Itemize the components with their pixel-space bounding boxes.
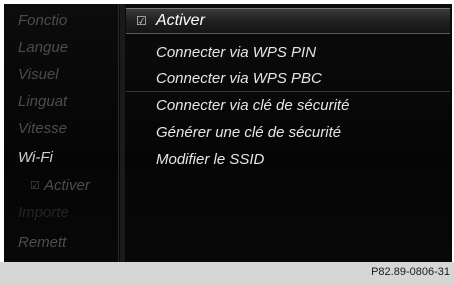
left-menu-item-vitesse[interactable]: Vitesse: [18, 116, 67, 142]
left-menu-item-visuel[interactable]: Visuel: [18, 62, 59, 88]
display-screen: Fonctio Langue Visuel Linguat Vitesse Wi…: [4, 4, 452, 262]
checkbox-checked-icon: ☑: [30, 180, 40, 192]
submenu-item-modify-ssid-label: Modifier le SSID: [156, 151, 265, 168]
wifi-submenu: ☑ Activer Connecter via WPS PIN Connecte…: [126, 4, 452, 262]
left-menu-item-remettre[interactable]: Remett: [18, 230, 66, 256]
submenu-item-generate-key[interactable]: Générer une clé de sécurité: [126, 120, 450, 146]
submenu-item-modify-ssid[interactable]: Modifier le SSID: [126, 147, 450, 173]
left-menu-item-activer-label: Activer: [44, 177, 90, 194]
submenu-item-activer[interactable]: ☑ Activer: [126, 8, 450, 34]
left-menu: Fonctio Langue Visuel Linguat Vitesse Wi…: [4, 4, 119, 262]
left-menu-item-wifi[interactable]: Wi-Fi: [18, 145, 53, 171]
divider: [126, 91, 450, 92]
submenu-item-security-key-label: Connecter via clé de sécurité: [156, 97, 350, 114]
figure-caption-bar: P82.89-0806-31: [0, 262, 454, 285]
left-menu-item-importer[interactable]: Importe: [18, 200, 69, 226]
figure-code: P82.89-0806-31: [371, 266, 450, 278]
submenu-item-wps-pbc[interactable]: Connecter via WPS PBC: [126, 66, 450, 92]
left-menu-item-activer[interactable]: ☑ Activer: [30, 173, 90, 199]
submenu-item-wps-pin[interactable]: Connecter via WPS PIN: [126, 40, 450, 66]
submenu-item-activer-label: Activer: [156, 12, 205, 29]
left-menu-item-fonctions[interactable]: Fonctio: [18, 8, 67, 34]
left-menu-item-langue[interactable]: Langue: [18, 35, 68, 61]
submenu-item-wps-pin-label: Connecter via WPS PIN: [156, 44, 317, 61]
scroll-track: [120, 4, 125, 262]
checkbox-checked-icon: ☑: [136, 14, 147, 28]
submenu-item-security-key[interactable]: Connecter via clé de sécurité: [126, 93, 450, 119]
submenu-item-wps-pbc-label: Connecter via WPS PBC: [156, 70, 322, 87]
submenu-item-generate-key-label: Générer une clé de sécurité: [156, 124, 342, 141]
left-menu-item-linguatronic[interactable]: Linguat: [18, 89, 67, 115]
